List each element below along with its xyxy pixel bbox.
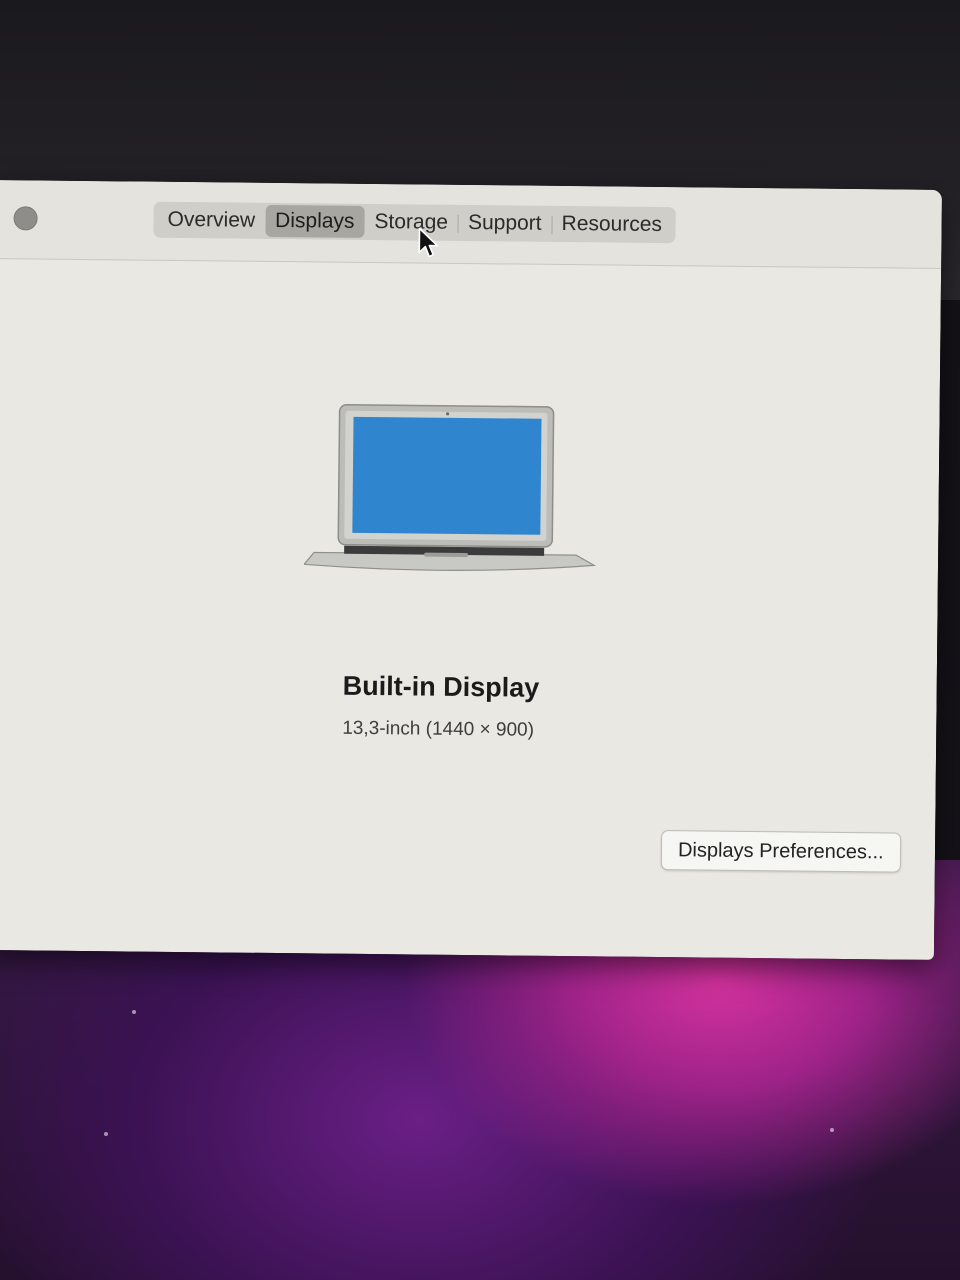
tab-displays[interactable]: Displays [264, 204, 365, 238]
close-window-button[interactable] [13, 206, 38, 231]
macbook-air-icon [303, 403, 597, 571]
display-name: Built-in Display [342, 670, 540, 703]
mouse-pointer-icon [418, 227, 439, 258]
window-titlebar: Overview Displays Storage Support Resour… [0, 180, 942, 269]
tab-overview[interactable]: Overview [157, 204, 265, 237]
displays-preferences-button[interactable]: Displays Preferences... [660, 830, 901, 873]
tab-bar: Overview Displays Storage Support Resour… [153, 201, 677, 244]
tab-storage[interactable]: Storage [364, 206, 458, 239]
about-this-mac-window: Overview Displays Storage Support Resour… [0, 180, 942, 960]
display-screen [352, 416, 542, 535]
displays-pane: Built-in Display 13,3-inch (1440 × 900) … [0, 259, 941, 960]
display-resolution: 13,3-inch (1440 × 900) [342, 717, 535, 741]
wallpaper-sparkle [104, 1132, 108, 1136]
wallpaper-sparkle [132, 1010, 136, 1014]
wallpaper-sparkle [830, 1128, 834, 1132]
tab-resources[interactable]: Resources [551, 208, 672, 241]
tab-support[interactable]: Support [458, 207, 552, 240]
